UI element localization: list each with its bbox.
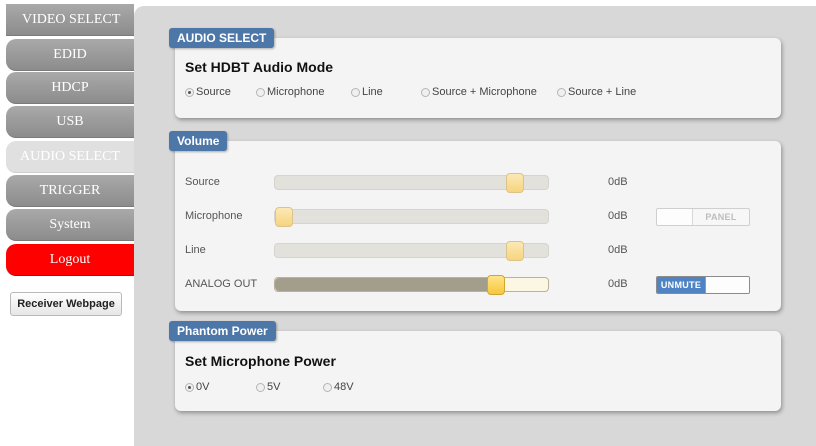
main-content: AUDIO SELECT Set HDBT Audio Mode Source …	[134, 6, 816, 446]
slider-handle[interactable]	[275, 207, 293, 227]
radio-dot-icon	[557, 87, 566, 97]
volume-label-line: Line	[185, 244, 206, 256]
radio-label: Source + Microphone	[432, 86, 537, 98]
nav-logout[interactable]: Logout	[6, 244, 134, 276]
volume-panel: Volume Source 0dB Microphone 0dB PANEL L…	[169, 131, 781, 311]
line-slider[interactable]	[274, 241, 549, 261]
toggle-label: PANEL	[705, 212, 737, 222]
radio-source[interactable]: Source	[185, 86, 231, 98]
line-db-value: 0dB	[608, 244, 628, 256]
radio-label: 0V	[196, 381, 210, 393]
slider-handle[interactable]	[487, 275, 506, 295]
slider-handle[interactable]	[506, 173, 525, 193]
phantom-power-panel: Phantom Power Set Microphone Power 0V 5V…	[169, 321, 781, 411]
radio-microphone[interactable]: Microphone	[256, 86, 324, 98]
panel-toggle[interactable]: PANEL	[656, 208, 750, 226]
volume-tag: Volume	[169, 131, 228, 151]
radio-label: Microphone	[267, 86, 325, 98]
radio-source-microphone[interactable]: Source + Microphone	[421, 86, 537, 98]
radio-label: 5V	[267, 381, 281, 393]
microphone-slider[interactable]	[274, 207, 549, 227]
radio-dot-icon	[256, 87, 265, 97]
unmute-toggle[interactable]: UNMUTE	[656, 276, 750, 294]
source-slider[interactable]	[274, 173, 549, 193]
nav-trigger[interactable]: TRIGGER	[6, 175, 134, 207]
analog-out-db-value: 0dB	[608, 278, 628, 290]
radio-dot-icon	[421, 87, 430, 97]
radio-line[interactable]: Line	[351, 86, 383, 98]
nav-usb[interactable]: USB	[6, 106, 134, 138]
receiver-webpage-button[interactable]: Receiver Webpage	[10, 292, 122, 316]
microphone-power-heading: Set Microphone Power	[185, 353, 336, 369]
audio-mode-heading: Set HDBT Audio Mode	[185, 59, 334, 75]
radio-48v[interactable]: 48V	[323, 381, 354, 393]
nav-label: EDID	[53, 46, 87, 62]
nav-video-select[interactable]: VIDEO SELECT	[6, 4, 134, 36]
radio-label: Source + Line	[568, 86, 637, 98]
nav-label: AUDIO SELECT	[20, 148, 120, 164]
volume-label-microphone: Microphone	[185, 210, 243, 222]
nav-hdcp[interactable]: HDCP	[6, 72, 134, 104]
radio-source-line[interactable]: Source + Line	[557, 86, 636, 98]
toggle-knob	[657, 209, 693, 225]
audio-select-tag: AUDIO SELECT	[169, 28, 275, 48]
nav-system[interactable]: System	[6, 209, 134, 241]
nav-label: USB	[56, 113, 84, 129]
toggle-knob	[705, 277, 749, 293]
volume-label-analog-out: ANALOG OUT	[185, 278, 258, 290]
radio-label: Source	[196, 86, 231, 98]
slider-handle[interactable]	[506, 241, 525, 261]
radio-0v[interactable]: 0V	[185, 381, 209, 393]
radio-dot-icon	[256, 382, 265, 392]
nav-audio-select[interactable]: AUDIO SELECT	[6, 141, 134, 173]
radio-dot-icon	[351, 87, 360, 97]
radio-dot-icon	[185, 87, 194, 97]
phantom-power-tag: Phantom Power	[169, 321, 276, 341]
audio-select-panel: AUDIO SELECT Set HDBT Audio Mode Source …	[169, 28, 781, 118]
microphone-db-value: 0dB	[608, 210, 628, 222]
nav-label: TRIGGER	[39, 182, 101, 198]
nav-label: Logout	[49, 251, 91, 267]
nav-label: VIDEO SELECT	[22, 11, 121, 27]
nav-label: System	[49, 216, 91, 232]
toggle-label: UNMUTE	[657, 277, 705, 293]
radio-label: 48V	[334, 381, 354, 393]
analog-out-slider[interactable]	[274, 275, 549, 295]
radio-dot-icon	[323, 382, 332, 392]
slider-fill	[275, 278, 497, 291]
radio-label: Line	[362, 86, 383, 98]
nav-label: HDCP	[51, 79, 89, 95]
nav-edid[interactable]: EDID	[6, 39, 134, 71]
radio-dot-icon	[185, 382, 194, 392]
radio-5v[interactable]: 5V	[256, 381, 280, 393]
volume-label-source: Source	[185, 176, 220, 188]
source-db-value: 0dB	[608, 176, 628, 188]
